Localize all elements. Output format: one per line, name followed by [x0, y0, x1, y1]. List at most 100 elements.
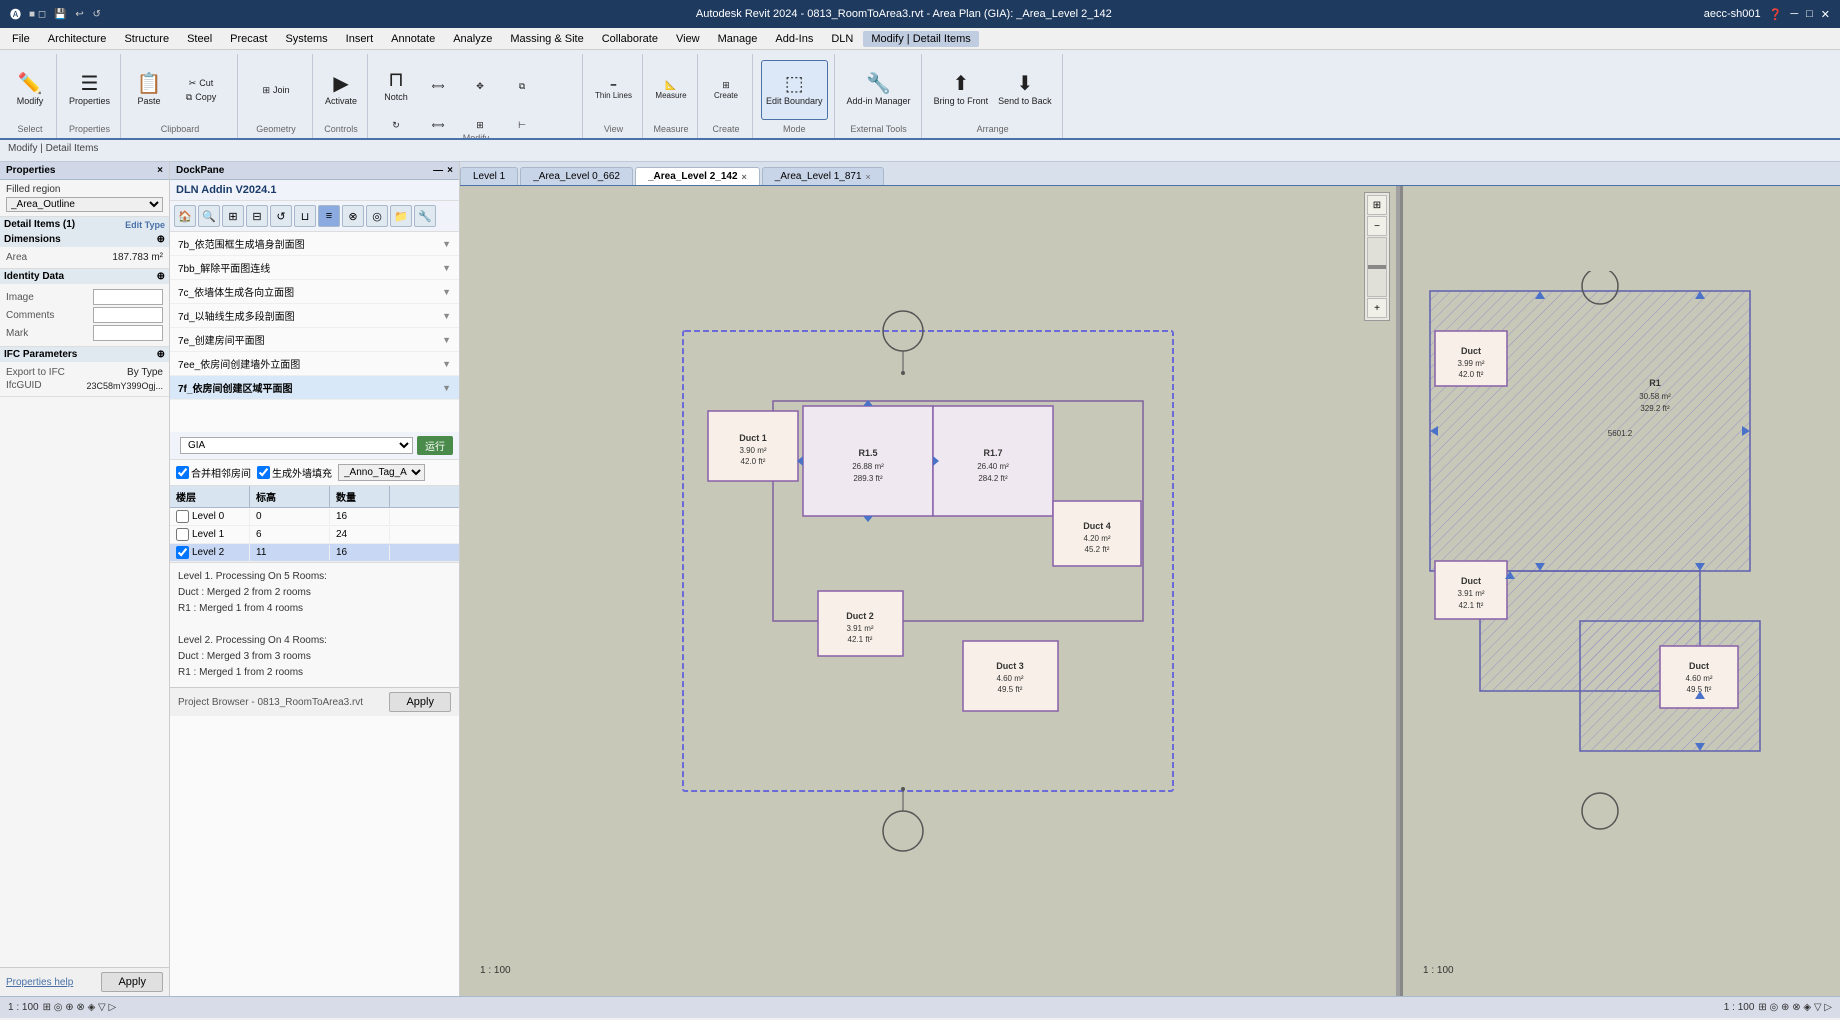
- ribbon-btn-copy[interactable]: ⧉Copy: [171, 91, 231, 104]
- ribbon-btn-mirror[interactable]: ⟺: [418, 118, 458, 133]
- ribbon-btn-notch[interactable]: ⊓ Notch: [376, 56, 416, 116]
- ribbon-btn-join[interactable]: ⊞Join: [246, 84, 306, 97]
- zoom-out-btn[interactable]: −: [1367, 216, 1387, 236]
- image-input[interactable]: [93, 289, 163, 305]
- mark-input[interactable]: [93, 325, 163, 341]
- tab-area-level0[interactable]: _Area_Level 0_662: [520, 167, 633, 185]
- minimize-btn[interactable]: ─: [1790, 8, 1798, 20]
- menu-item-7f[interactable]: 7f_依房间创建区域平面图 ▼: [170, 376, 459, 400]
- menu-steel[interactable]: Steel: [179, 31, 220, 47]
- addin-btn-7[interactable]: ≡: [318, 205, 340, 227]
- dock-apply-btn[interactable]: Apply: [389, 692, 451, 712]
- help-icon[interactable]: ❓: [1769, 8, 1783, 21]
- addin-btn-8[interactable]: ⊗: [342, 205, 364, 227]
- gia-run-btn[interactable]: 运行: [417, 436, 453, 455]
- section-dimensions[interactable]: Dimensions ⊕: [0, 232, 169, 247]
- section-identity[interactable]: Identity Data ⊕: [0, 269, 169, 284]
- menu-structure[interactable]: Structure: [116, 31, 177, 47]
- menu-manage[interactable]: Manage: [710, 31, 766, 47]
- tab-area-level1[interactable]: _Area_Level 1_871 ×: [762, 167, 884, 185]
- ribbon-btn-properties[interactable]: ☰ Properties: [65, 60, 114, 120]
- menu-item-7ee[interactable]: 7ee_依房间创建墙外立面图 ▼: [170, 352, 459, 376]
- tab-close-level1[interactable]: ×: [866, 172, 871, 182]
- ribbon-btn-thin-lines[interactable]: ━ Thin Lines: [591, 78, 636, 102]
- menu-item-7bb[interactable]: 7bb_解除平面图连线 ▼: [170, 256, 459, 280]
- menu-item-7c[interactable]: 7c_依墙体生成各向立面图 ▼: [170, 280, 459, 304]
- menu-precast[interactable]: Precast: [222, 31, 275, 47]
- table-row-level2[interactable]: Level 2 11 16: [170, 544, 459, 562]
- menu-systems[interactable]: Systems: [277, 31, 335, 47]
- menu-view[interactable]: View: [668, 31, 708, 47]
- properties-close-btn[interactable]: ×: [157, 165, 163, 176]
- ribbon-btn-cut[interactable]: ✂Cut: [171, 77, 231, 90]
- menu-item-7e[interactable]: 7e_创建房间平面图 ▼: [170, 328, 459, 352]
- ribbon-btn-addin-manager[interactable]: 🔧 Add-in Manager: [843, 60, 915, 120]
- ribbon-btn-bring-front[interactable]: ⬆ Bring to Front: [930, 60, 993, 120]
- section-detail-items[interactable]: Detail Items (1) Edit Type: [0, 217, 169, 232]
- gia-select[interactable]: GIA NIA: [180, 437, 413, 454]
- canvas-left[interactable]: ⊞ − + R1.5: [460, 186, 1396, 996]
- menu-item-7b[interactable]: 7b_依范围框生成墙身剖面图 ▼: [170, 232, 459, 256]
- tab-close-level2[interactable]: ×: [742, 172, 747, 182]
- canvas-right[interactable]: R1 30.58 m² 329.2 ft² Duct 3.99 m² 42.0 …: [1400, 186, 1840, 996]
- dock-pane-minimize-btn[interactable]: —: [433, 165, 443, 176]
- maximize-btn[interactable]: □: [1806, 8, 1813, 20]
- merge-adjacent-checkbox[interactable]: [176, 466, 189, 479]
- ribbon-btn-create[interactable]: ⊞ Create: [706, 78, 746, 102]
- ribbon-btn-trim[interactable]: ⊢: [502, 118, 542, 133]
- menu-file[interactable]: File: [4, 31, 38, 47]
- addin-btn-10[interactable]: 📁: [390, 205, 412, 227]
- menu-annotate[interactable]: Annotate: [383, 31, 443, 47]
- menu-modify-detail[interactable]: Modify | Detail Items: [863, 31, 978, 47]
- ribbon-btn-align[interactable]: ⟺: [418, 79, 458, 94]
- section-ifc[interactable]: IFC Parameters ⊕: [0, 347, 169, 362]
- anno-tag-select[interactable]: _Anno_Tag_A: [338, 464, 425, 481]
- addin-btn-11[interactable]: 🔧: [414, 205, 436, 227]
- level0-checkbox[interactable]: [176, 510, 189, 523]
- level2-checkbox[interactable]: [176, 546, 189, 559]
- ribbon-btn-rotate[interactable]: ↻: [376, 118, 416, 133]
- menu-analyze[interactable]: Analyze: [445, 31, 500, 47]
- merge-adjacent-label[interactable]: 合并相邻房间: [176, 465, 251, 480]
- addin-btn-2[interactable]: 🔍: [198, 205, 220, 227]
- footer-project-browser[interactable]: Project Browser - 0813_RoomToArea3.rvt: [178, 697, 363, 708]
- properties-help-link[interactable]: Properties help: [6, 977, 73, 988]
- menu-dln[interactable]: DLN: [823, 31, 861, 47]
- ribbon-btn-copy2[interactable]: ⧉: [502, 79, 542, 94]
- gen-exterior-label[interactable]: 生成外墙填充: [257, 465, 332, 480]
- tab-level1[interactable]: Level 1: [460, 167, 518, 185]
- close-btn[interactable]: ✕: [1821, 8, 1830, 21]
- addin-btn-3[interactable]: ⊞: [222, 205, 244, 227]
- gen-exterior-checkbox[interactable]: [257, 466, 270, 479]
- ribbon-btn-activate[interactable]: ▶ Activate: [321, 60, 361, 120]
- ribbon-btn-array[interactable]: ⊞: [460, 118, 500, 133]
- menu-massing[interactable]: Massing & Site: [502, 31, 591, 47]
- ribbon-btn-edit-boundary[interactable]: ⬚ Edit Boundary: [761, 60, 828, 120]
- menu-insert[interactable]: Insert: [338, 31, 382, 47]
- properties-apply-btn[interactable]: Apply: [101, 972, 163, 992]
- zoom-in-btn[interactable]: +: [1367, 298, 1387, 318]
- menu-item-7d[interactable]: 7d_以轴线生成多段剖面图 ▼: [170, 304, 459, 328]
- addin-btn-6[interactable]: ⊔: [294, 205, 316, 227]
- level1-checkbox[interactable]: [176, 528, 189, 541]
- table-row-level0[interactable]: Level 0 0 16: [170, 508, 459, 526]
- addin-btn-5[interactable]: ↺: [270, 205, 292, 227]
- zoom-fit-btn[interactable]: ⊞: [1367, 195, 1387, 215]
- dock-pane-close-btn[interactable]: ×: [447, 165, 453, 176]
- menu-collaborate[interactable]: Collaborate: [594, 31, 666, 47]
- table-row-level1[interactable]: Level 1 6 24: [170, 526, 459, 544]
- edit-type-btn[interactable]: Edit Type: [125, 220, 165, 230]
- menu-architecture[interactable]: Architecture: [40, 31, 115, 47]
- addin-btn-1[interactable]: 🏠: [174, 205, 196, 227]
- ribbon-btn-paste[interactable]: 📋 Paste: [129, 60, 169, 120]
- comments-input[interactable]: [93, 307, 163, 323]
- ribbon-btn-measure[interactable]: 📐 Measure: [651, 78, 691, 102]
- subtype-selector[interactable]: _Area_Outline: [6, 197, 163, 212]
- ribbon-btn-move[interactable]: ✥: [460, 79, 500, 94]
- tab-area-level2[interactable]: _Area_Level 2_142 ×: [635, 167, 760, 186]
- ribbon-btn-send-back[interactable]: ⬇ Send to Back: [994, 60, 1056, 120]
- addin-btn-4[interactable]: ⊟: [246, 205, 268, 227]
- ribbon-btn-modify[interactable]: ✏️ Modify: [10, 60, 50, 120]
- addin-btn-9[interactable]: ◎: [366, 205, 388, 227]
- menu-addins[interactable]: Add-Ins: [767, 31, 821, 47]
